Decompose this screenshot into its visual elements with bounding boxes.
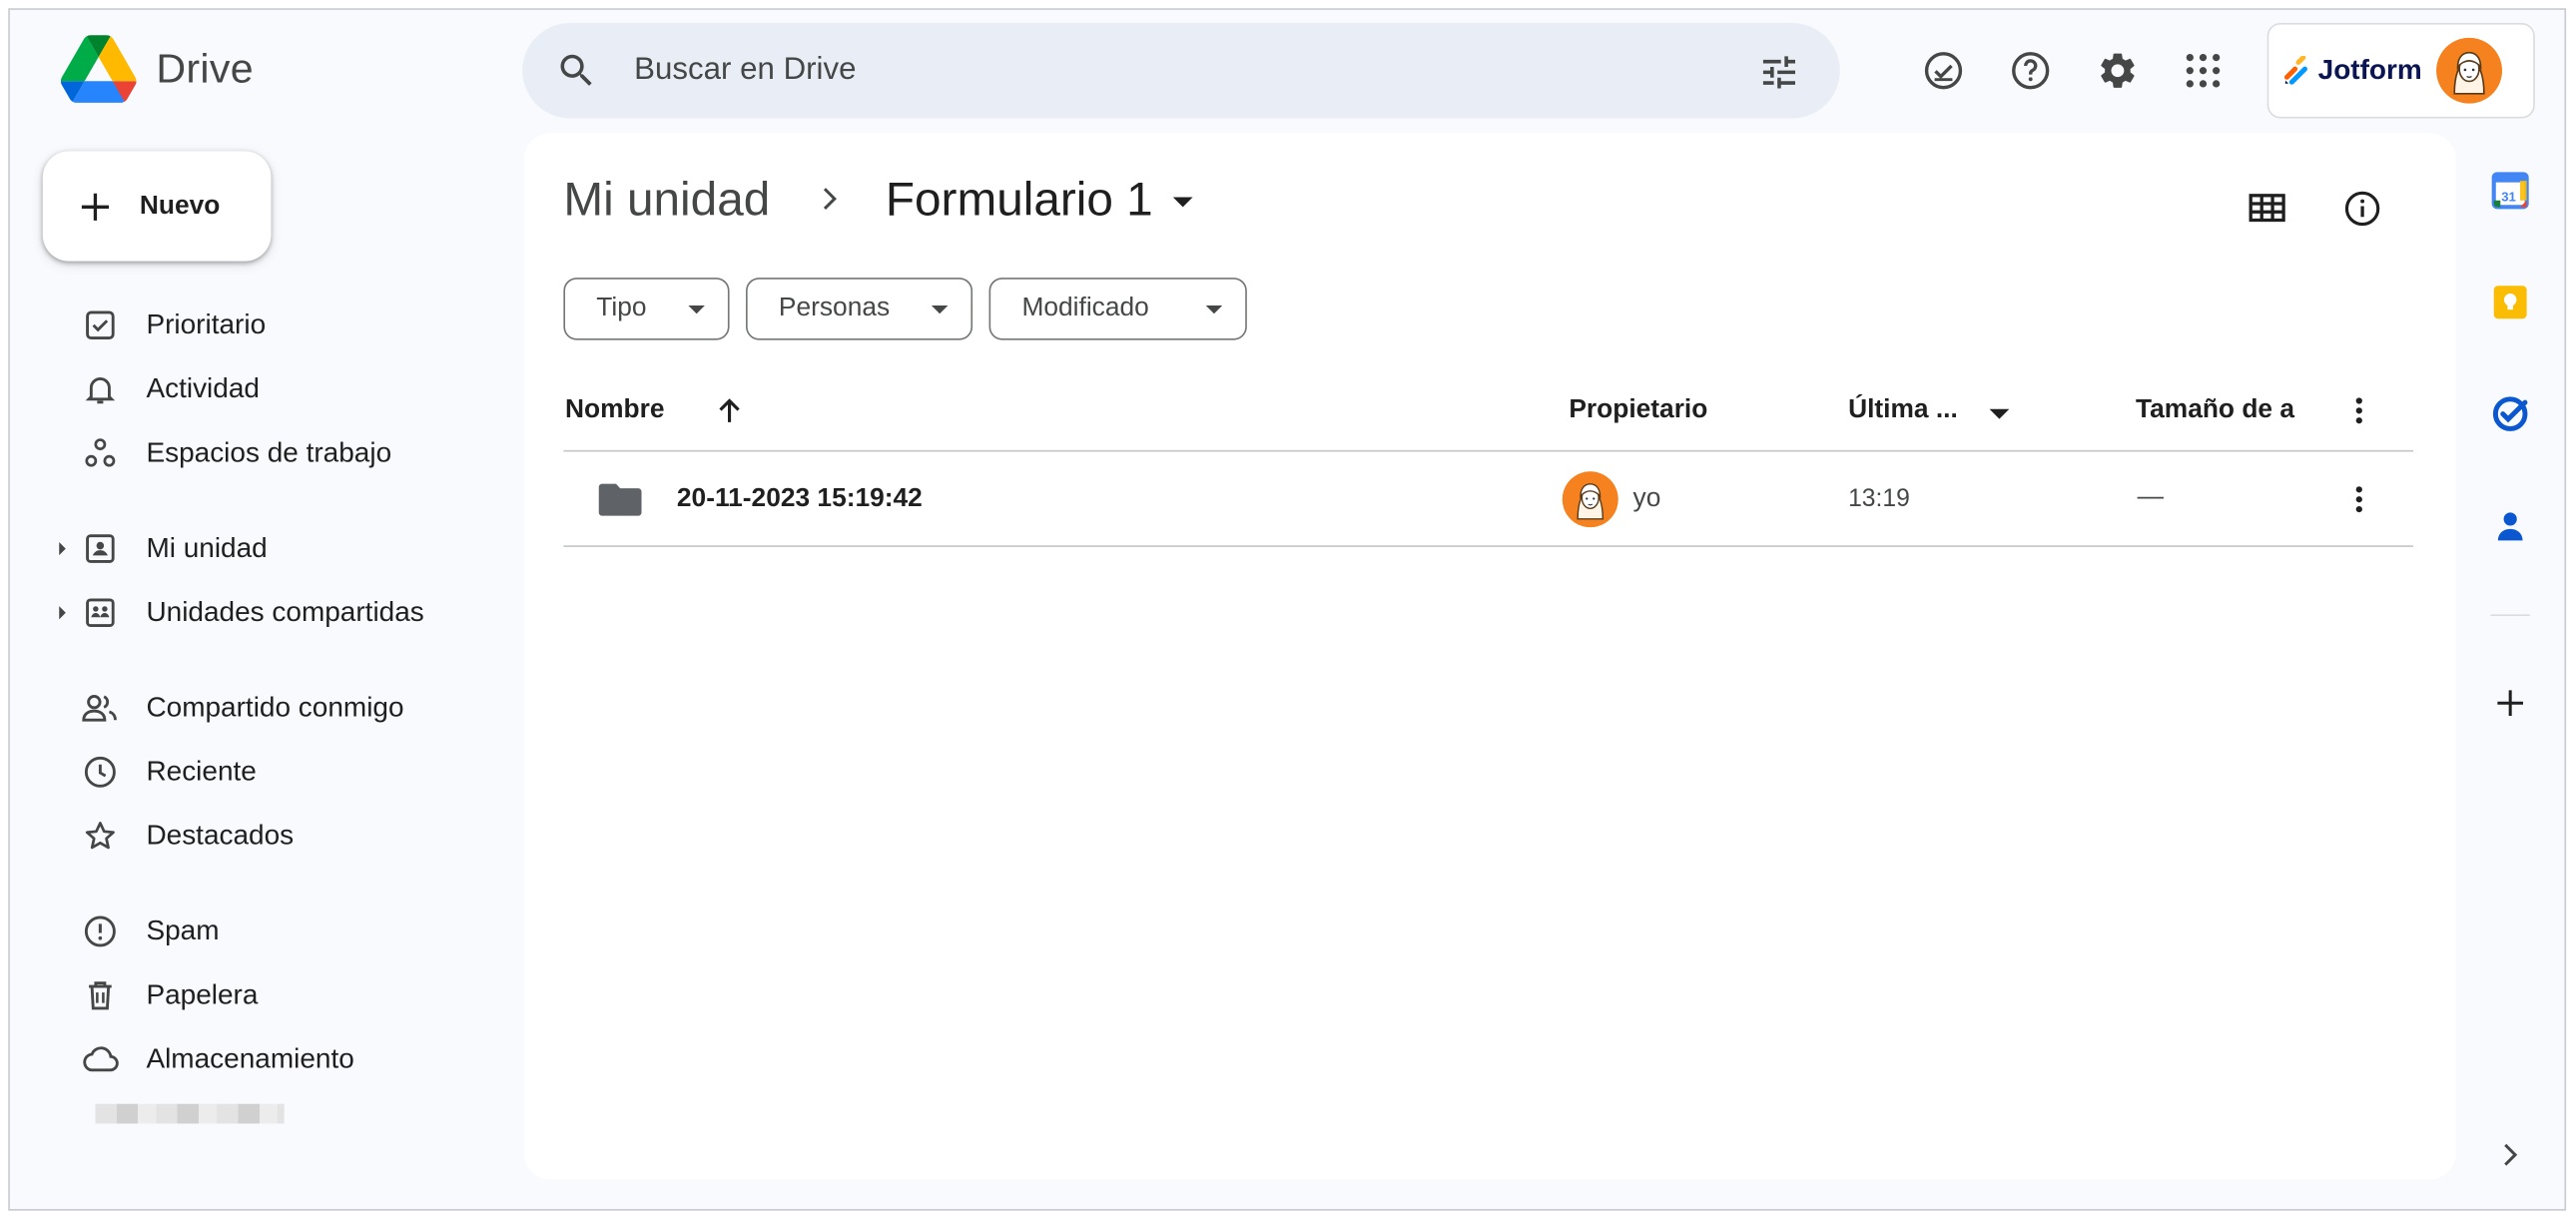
dropdown-arrow-icon <box>1172 196 1193 207</box>
star-icon <box>77 813 123 859</box>
cloud-icon <box>77 1036 123 1082</box>
sidebar-item-label: Prioritario <box>146 308 267 340</box>
account-brand: Jotform <box>2317 54 2422 86</box>
shared-drives-icon <box>77 590 123 636</box>
sidebar-item-my-drive[interactable]: Mi unidad <box>43 521 519 577</box>
apps-grid-icon[interactable] <box>2179 46 2228 95</box>
keep-icon[interactable] <box>2485 278 2534 326</box>
filter-label: Tipo <box>596 294 647 322</box>
filter-label: Personas <box>778 294 891 322</box>
sidebar-item-spam[interactable]: Spam <box>43 904 519 959</box>
bell-icon <box>77 366 123 412</box>
new-button[interactable]: Nuevo <box>42 151 272 262</box>
sidebar-item-shared-drives[interactable]: Unidades compartidas <box>43 585 519 641</box>
people-icon <box>77 685 123 731</box>
drive-window: Drive Jotform Nuevo <box>8 8 2567 1211</box>
my-drive-icon <box>77 526 123 572</box>
sidebar-item-starred[interactable]: Destacados <box>43 809 519 865</box>
folder-icon <box>598 481 642 517</box>
sidebar-item-trash[interactable]: Papelera <box>43 967 519 1023</box>
table-row[interactable]: 20-11-2023 15:19:42 yo 13:19 — <box>563 451 2414 547</box>
sidebar-item-label: Papelera <box>146 978 259 1010</box>
dropdown-arrow-icon <box>688 305 705 314</box>
column-header-last-modified[interactable]: Última ... <box>1848 396 1958 426</box>
breadcrumb-root[interactable]: Mi unidad <box>563 174 770 228</box>
priority-icon <box>77 303 123 348</box>
sidebar-item-shared-with-me[interactable]: Compartido conmigo <box>43 680 519 736</box>
jotform-logo-icon <box>2283 55 2309 86</box>
breadcrumb-current-folder[interactable]: Formulario 1 <box>885 174 1193 228</box>
dropdown-arrow-icon <box>1205 305 1223 314</box>
account-switcher[interactable]: Jotform <box>2266 23 2535 119</box>
filter-modified[interactable]: Modificado <box>988 278 1247 340</box>
settings-gear-icon[interactable] <box>2093 46 2142 95</box>
calendar-icon[interactable]: 31 <box>2485 166 2534 215</box>
folder-title: Formulario 1 <box>885 174 1153 228</box>
sidebar-item-label: Destacados <box>146 820 295 852</box>
grid-view-icon[interactable] <box>2243 184 2291 233</box>
row-more-options-icon[interactable] <box>2347 484 2370 514</box>
sidebar-item-label: Mi unidad <box>146 532 268 564</box>
app-name: Drive <box>156 45 254 92</box>
expand-caret-icon[interactable] <box>59 541 66 556</box>
filter-label: Modificado <box>1021 294 1149 322</box>
tasks-icon[interactable] <box>2485 389 2534 438</box>
dropdown-arrow-icon[interactable] <box>1989 408 2010 419</box>
column-header-file-size[interactable]: Tamaño de a <box>2136 396 2301 426</box>
offline-ready-icon[interactable] <box>1919 46 1968 95</box>
sidebar-item-label: Unidades compartidas <box>146 596 424 628</box>
modified-time: 13:19 <box>1848 484 1910 513</box>
spam-icon <box>77 909 123 954</box>
filter-people[interactable]: Personas <box>746 278 973 340</box>
sidebar-item-activity[interactable]: Actividad <box>43 361 519 417</box>
sidebar-item-workspaces[interactable]: Espacios de trabajo <box>43 425 519 481</box>
file-size: — <box>2137 482 2164 511</box>
sidebar-item-label: Actividad <box>146 372 260 404</box>
rail-divider <box>2490 614 2530 617</box>
avatar <box>2436 37 2503 104</box>
dropdown-arrow-icon <box>931 305 949 314</box>
sort-ascending-icon[interactable] <box>715 396 745 426</box>
column-header-name[interactable]: Nombre <box>565 396 664 426</box>
search-options-icon[interactable] <box>1758 51 1801 94</box>
breadcrumb-separator-icon <box>817 183 843 216</box>
sidebar-item-label: Almacenamiento <box>146 1042 354 1075</box>
filter-type[interactable]: Tipo <box>563 278 730 340</box>
more-options-icon[interactable] <box>2347 396 2370 426</box>
drive-logo[interactable]: Drive <box>60 35 254 104</box>
help-icon[interactable] <box>2006 46 2055 95</box>
storage-usage-bar <box>95 1103 285 1124</box>
owner-name: yo <box>1632 484 1661 513</box>
plus-icon <box>77 188 113 224</box>
sidebar-item-priority[interactable]: Prioritario <box>43 298 519 353</box>
info-icon[interactable] <box>2337 184 2386 233</box>
sidebar-item-label: Compartido conmigo <box>146 691 404 723</box>
drive-logo-icon <box>60 35 137 103</box>
sidebar-item-label: Reciente <box>146 755 257 788</box>
main-content: Mi unidad Formulario 1 Tipo Personas Mod… <box>523 133 2456 1180</box>
sidebar-item-label: Espacios de trabajo <box>146 436 392 468</box>
sidebar-item-recent[interactable]: Reciente <box>43 744 519 800</box>
new-button-label: Nuevo <box>139 191 221 220</box>
trash-icon <box>77 972 123 1018</box>
search-bar <box>522 23 1840 119</box>
file-name[interactable]: 20-11-2023 15:19:42 <box>677 484 923 514</box>
svg-text:31: 31 <box>2501 190 2516 205</box>
contacts-icon[interactable] <box>2485 501 2534 550</box>
search-icon[interactable] <box>555 49 598 92</box>
owner-avatar <box>1562 471 1618 528</box>
chevron-right-icon[interactable] <box>2485 1130 2534 1179</box>
clock-icon <box>77 749 123 795</box>
sidebar-item-label: Spam <box>146 914 220 946</box>
sidebar-item-storage[interactable]: Almacenamiento <box>43 1031 519 1087</box>
workspaces-icon <box>77 430 123 476</box>
expand-caret-icon[interactable] <box>59 606 66 620</box>
add-addon-plus-icon[interactable] <box>2485 679 2534 728</box>
column-header-owner[interactable]: Propietario <box>1569 396 1707 426</box>
search-input[interactable] <box>634 46 1686 96</box>
